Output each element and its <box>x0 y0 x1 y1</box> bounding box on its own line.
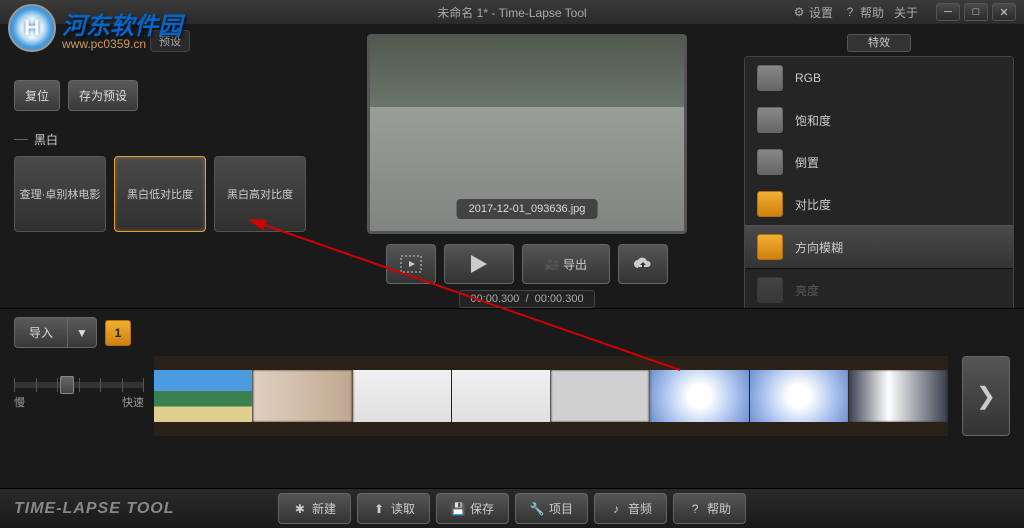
speed-fast-label: 快速 <box>122 394 144 410</box>
timeline-frame[interactable] <box>551 370 650 422</box>
swatch-icon <box>757 107 783 133</box>
save-button[interactable]: 💾保存 <box>436 493 509 524</box>
effect-invert[interactable]: 倒置 <box>745 141 1013 183</box>
export-button[interactable]: 🎥导出 <box>522 244 610 284</box>
preset-bw-high-contrast[interactable]: 黑白高对比度 <box>214 156 306 232</box>
import-dropdown[interactable]: ▼ <box>68 317 97 348</box>
effect-brightness[interactable]: 亮度 <box>745 269 1013 311</box>
timeline-next-button[interactable]: ❯ <box>962 356 1010 436</box>
close-button[interactable]: ✕ <box>992 3 1016 21</box>
swatch-icon <box>757 277 783 303</box>
section-bw-title: 黑白 <box>14 131 306 148</box>
filename-badge: 2017-12-01_093636.jpg <box>457 199 598 219</box>
logo-text-cn: 河东软件园 <box>62 13 182 40</box>
effect-rgb[interactable]: RGB <box>745 57 1013 99</box>
save-preset-button[interactable]: 存为预设 <box>68 80 138 111</box>
upload-button[interactable] <box>618 244 668 284</box>
help-link[interactable]: ?帮助 <box>843 4 884 21</box>
load-icon: ⬆ <box>372 502 386 516</box>
speed-slider[interactable]: 慢 快速 <box>14 382 144 410</box>
presets-panel: 预设 复位 存为预设 黑白 查理·卓别林电影 黑白低对比度 黑白高对比度 <box>0 34 320 308</box>
timeline-frame[interactable] <box>353 370 452 422</box>
camera-icon: 🎥 <box>545 257 559 271</box>
project-button[interactable]: 🔧项目 <box>515 493 588 524</box>
window-title: 未命名 1* - Time-Lapse Tool <box>437 4 586 21</box>
about-link[interactable]: 关于 <box>894 4 918 21</box>
timeline-frame[interactable] <box>154 370 253 422</box>
new-button[interactable]: ✱新建 <box>278 493 351 524</box>
save-icon: 💾 <box>451 502 465 516</box>
timeline-frame[interactable] <box>849 370 948 422</box>
minimize-button[interactable]: ─ <box>936 3 960 21</box>
time-readout: 00:00.300 / 00:00.300 <box>459 290 594 308</box>
effects-header: 特效 <box>847 34 911 52</box>
load-button[interactable]: ⬆读取 <box>357 493 430 524</box>
cloud-upload-icon <box>632 256 654 272</box>
effect-contrast[interactable]: 对比度 <box>745 183 1013 225</box>
reset-button[interactable]: 复位 <box>14 80 60 111</box>
speed-slow-label: 慢 <box>14 394 25 410</box>
help-icon: ? <box>843 5 857 19</box>
footer-brand: TIME-LAPSE TOOL <box>14 500 174 518</box>
swatch-icon <box>757 234 783 260</box>
effects-panel: 特效 RGB 饱和度 倒置 对比度 方向模糊 亮度 <box>734 34 1024 308</box>
play-icon <box>471 255 487 273</box>
preview-panel: 2017-12-01_093636.jpg 🎥导出 00:00.300 / 00… <box>320 34 734 308</box>
frame-icon <box>400 255 422 273</box>
footer-bar: TIME-LAPSE TOOL ✱新建 ⬆读取 💾保存 🔧项目 ♪音频 ?帮助 <box>0 488 1024 528</box>
help-icon: ? <box>688 502 702 516</box>
logo-icon: H <box>8 4 56 52</box>
project-icon: 🔧 <box>530 502 544 516</box>
new-icon: ✱ <box>293 502 307 516</box>
timeline-frame[interactable] <box>452 370 551 422</box>
slider-handle[interactable] <box>60 376 74 394</box>
import-button[interactable]: 导入 <box>14 317 68 348</box>
preset-chaplin[interactable]: 查理·卓别林电影 <box>14 156 106 232</box>
help-button[interactable]: ?帮助 <box>673 493 746 524</box>
audio-icon: ♪ <box>609 502 623 516</box>
sequence-badge[interactable]: 1 <box>105 320 131 346</box>
swatch-icon <box>757 191 783 217</box>
timeline-frame[interactable] <box>253 370 352 422</box>
filmstrip[interactable] <box>154 356 948 436</box>
title-bar: H 河东软件园 www.pc0359.cn 未命名 1* - Time-Laps… <box>0 0 1024 24</box>
swatch-icon <box>757 149 783 175</box>
maximize-button[interactable]: □ <box>964 3 988 21</box>
gear-icon: ⚙ <box>792 5 806 19</box>
play-button[interactable] <box>444 244 514 284</box>
site-logo: H 河东软件园 www.pc0359.cn <box>8 4 182 52</box>
effect-motion-blur[interactable]: 方向模糊 <box>745 225 1013 269</box>
preset-bw-low-contrast[interactable]: 黑白低对比度 <box>114 156 206 232</box>
effects-list[interactable]: RGB 饱和度 倒置 对比度 方向模糊 亮度 <box>744 56 1014 311</box>
timeline-frame[interactable] <box>750 370 849 422</box>
frame-select-button[interactable] <box>386 244 436 284</box>
preview-viewport: 2017-12-01_093636.jpg <box>367 34 687 234</box>
swatch-icon <box>757 65 783 91</box>
settings-link[interactable]: ⚙设置 <box>792 4 833 21</box>
effect-saturation[interactable]: 饱和度 <box>745 99 1013 141</box>
timeline-area: 导入 ▼ 1 慢 快速 ❯ <box>0 308 1024 488</box>
audio-button[interactable]: ♪音频 <box>594 493 667 524</box>
timeline-frame[interactable] <box>650 370 749 422</box>
